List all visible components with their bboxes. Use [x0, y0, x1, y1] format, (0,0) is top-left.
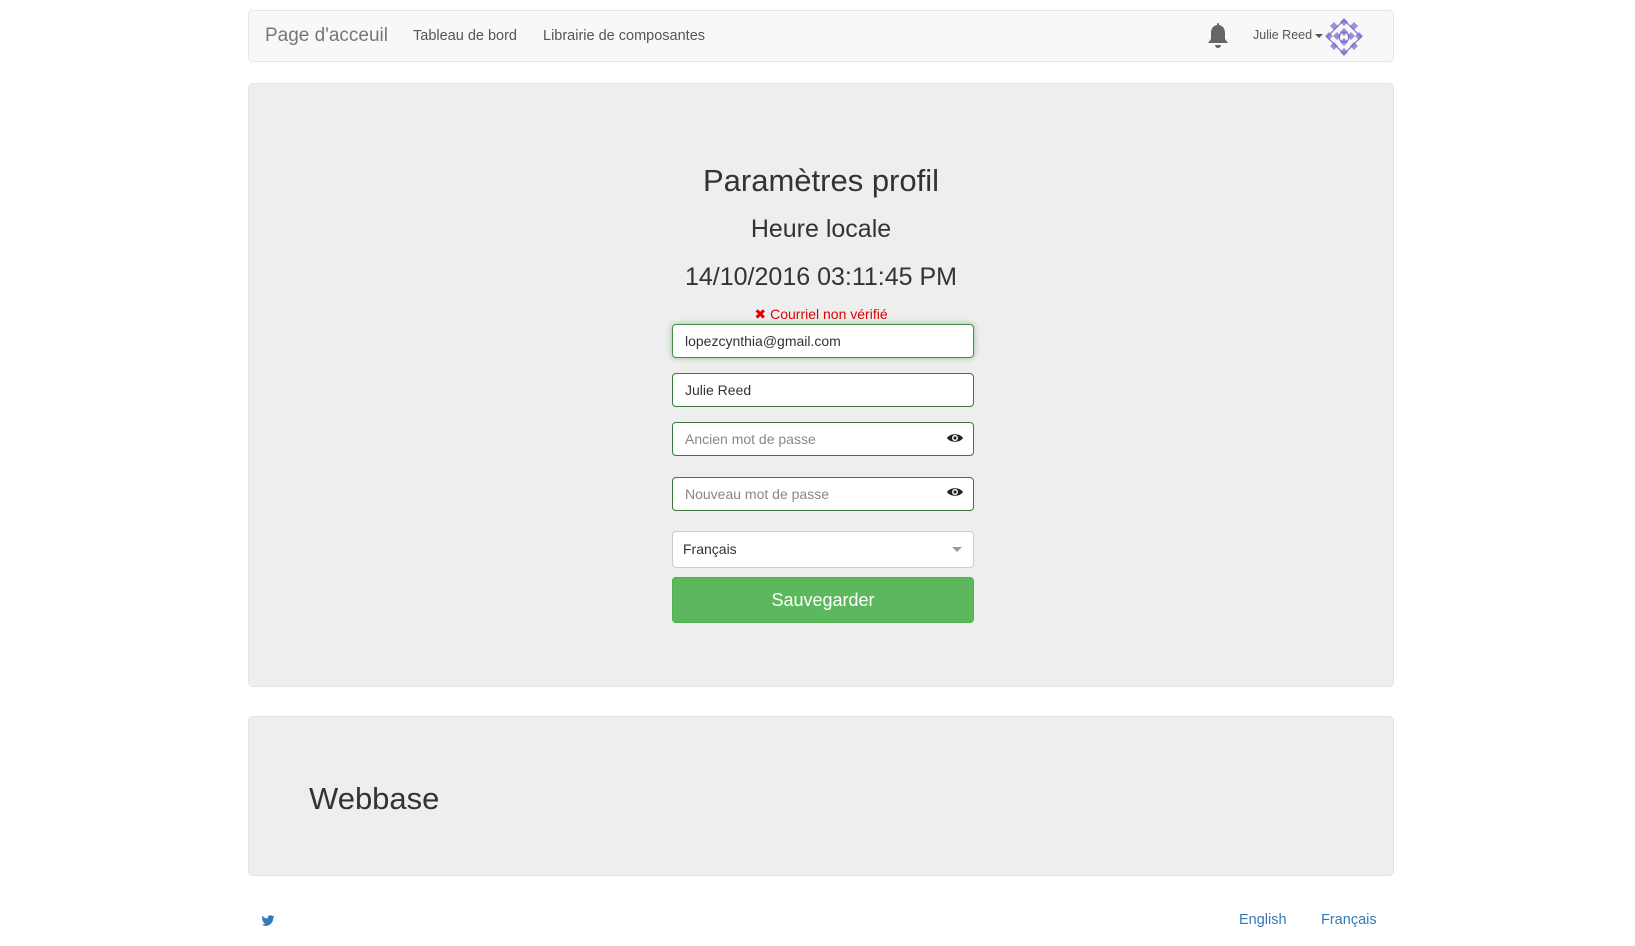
language-select-value: Français: [683, 541, 737, 557]
local-time-heading: Heure locale: [750, 215, 892, 243]
profile-settings-panel: Paramètres profil Heure locale 14/10/201…: [248, 83, 1394, 687]
twitter-icon[interactable]: [261, 915, 275, 927]
name-field[interactable]: [672, 373, 974, 407]
chevron-down-icon: [952, 547, 962, 552]
chevron-down-icon: [1315, 33, 1324, 38]
nav-link-component-library[interactable]: Librairie de composantes: [543, 28, 705, 44]
close-icon: ✖: [754, 306, 767, 322]
language-link-french[interactable]: Français: [1321, 912, 1377, 928]
top-navbar: Page d'acceuil Tableau de bord Librairie…: [248, 10, 1394, 62]
language-link-english[interactable]: English: [1239, 912, 1287, 928]
eye-icon[interactable]: [946, 485, 964, 499]
new-password-field[interactable]: [672, 477, 974, 511]
save-button[interactable]: Sauvegarder: [672, 577, 974, 623]
user-menu-dropdown[interactable]: Julie Reed: [1253, 28, 1324, 42]
avatar[interactable]: [1323, 16, 1365, 58]
nav-link-dashboard[interactable]: Tableau de bord: [413, 28, 517, 44]
language-select[interactable]: Français: [672, 531, 974, 568]
bell-icon[interactable]: [1205, 22, 1231, 50]
old-password-field[interactable]: [672, 422, 974, 456]
user-name-label: Julie Reed: [1253, 28, 1313, 42]
eye-icon[interactable]: [946, 431, 964, 445]
email-field[interactable]: [672, 324, 974, 358]
email-unverified-warning: ✖ Courriel non vérifié: [249, 306, 1393, 323]
footer-panel: Webbase: [248, 716, 1394, 876]
warning-text: Courriel non vérifié: [770, 306, 888, 322]
page-title: Paramètres profil: [702, 163, 940, 198]
brand-home-link[interactable]: Page d'acceuil: [265, 25, 388, 47]
local-time-value: 14/10/2016 03:11:45 PM: [685, 263, 957, 291]
footer-title: Webbase: [309, 781, 440, 816]
